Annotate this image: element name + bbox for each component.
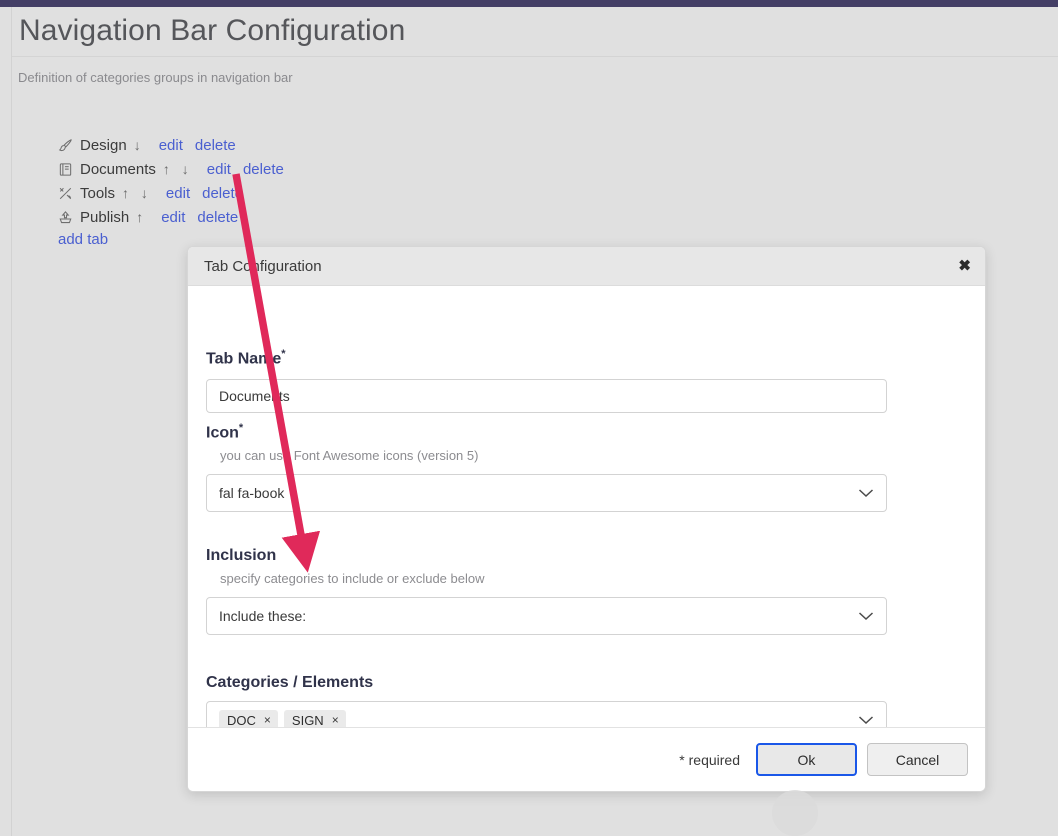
- tab-delete-link[interactable]: delete: [243, 161, 284, 178]
- tab-label: Design: [80, 136, 127, 154]
- chevron-down-icon: [858, 488, 874, 498]
- tab-label: Tools: [80, 184, 116, 202]
- tab-name-input[interactable]: [206, 379, 887, 414]
- required-marker: *: [238, 422, 244, 434]
- page-subtitle: Definition of categories groups in navig…: [18, 70, 293, 85]
- tab-edit-link[interactable]: edit: [166, 185, 190, 202]
- required-marker: *: [281, 348, 286, 360]
- page-container: Navigation Bar Configuration Definition …: [11, 7, 1058, 836]
- tab-reorder-arrows[interactable]: ↑: [136, 209, 147, 225]
- icon-select[interactable]: fal fa-book: [206, 474, 887, 513]
- tab-name-label: Tab Name*: [206, 348, 887, 368]
- inclusion-label: Inclusion: [206, 547, 277, 564]
- icon-label-text: Icon: [206, 424, 239, 442]
- screen-root: Navigation Bar Configuration Definition …: [0, 0, 1058, 836]
- tab-edit-link[interactable]: edit: [161, 209, 185, 226]
- required-note: * required: [679, 751, 740, 768]
- dialog-title: Tab Configuration: [204, 257, 322, 275]
- title-divider: [12, 56, 1058, 57]
- chevron-down-icon: [858, 611, 874, 621]
- page-title: Navigation Bar Configuration: [19, 14, 406, 47]
- tab-reorder-arrows[interactable]: ↓: [134, 137, 145, 153]
- icon-help-text: you can use Font Awesome icons (version …: [220, 448, 479, 464]
- category-tag-label: SIGN: [291, 712, 324, 728]
- top-accent-bar: [0, 0, 1058, 7]
- field-inclusion: Inclusion specify categories to include …: [206, 547, 887, 635]
- tab-delete-link[interactable]: delete: [202, 185, 243, 202]
- cancel-button[interactable]: Cancel: [867, 743, 968, 776]
- categories-label: Categories / Elements: [206, 674, 374, 691]
- field-tab-name: Tab Name*: [206, 348, 887, 414]
- tab-row: Design ↓ edit delete: [58, 133, 284, 157]
- tab-delete-link[interactable]: delete: [195, 137, 236, 154]
- close-icon[interactable]: ✖: [958, 259, 971, 274]
- tab-reorder-arrows[interactable]: ↑ ↓: [163, 161, 193, 177]
- icon-label: Icon*: [206, 422, 887, 442]
- tab-reorder-arrows[interactable]: ↑ ↓: [122, 185, 152, 201]
- tab-configuration-dialog: Tab Configuration ✖ Tab Name* Icon* you …: [187, 246, 986, 792]
- tab-label: Documents: [80, 160, 156, 178]
- tab-list: Design ↓ edit delete Documents ↑ ↓ edit: [58, 133, 284, 249]
- tab-row: Publish ↑ edit delete: [58, 205, 284, 229]
- tab-delete-link[interactable]: delete: [197, 209, 238, 226]
- dialog-header: Tab Configuration ✖: [188, 247, 985, 286]
- tab-row: Tools ↑ ↓ edit delete: [58, 181, 284, 205]
- chevron-down-icon: [858, 715, 874, 725]
- tab-edit-link[interactable]: edit: [159, 137, 183, 154]
- category-tag-label: DOC: [227, 712, 256, 728]
- inclusion-select[interactable]: Include these:: [206, 597, 887, 635]
- book-icon: [58, 162, 80, 177]
- tab-label: Publish: [80, 208, 130, 226]
- dialog-footer: * required Ok Cancel: [188, 727, 985, 791]
- ok-button[interactable]: Ok: [756, 743, 857, 776]
- paintbrush-icon: [58, 138, 80, 153]
- field-icon: Icon* you can use Font Awesome icons (ve…: [206, 422, 887, 513]
- remove-tag-icon[interactable]: ×: [332, 714, 339, 726]
- icon-select-value: fal fa-book: [219, 485, 285, 502]
- tools-icon: [58, 186, 80, 201]
- tab-edit-link[interactable]: edit: [207, 161, 231, 178]
- upload-icon: [58, 210, 80, 225]
- tab-name-label-text: Tab Name: [206, 350, 282, 368]
- remove-tag-icon[interactable]: ×: [264, 714, 271, 726]
- inclusion-select-value: Include these:: [219, 608, 307, 624]
- decorative-blob: [772, 790, 818, 836]
- dialog-body: Tab Name* Icon* you can use Font Awesome…: [188, 286, 985, 750]
- tab-row: Documents ↑ ↓ edit delete: [58, 157, 284, 181]
- inclusion-help-text: specify categories to include or exclude…: [220, 571, 485, 586]
